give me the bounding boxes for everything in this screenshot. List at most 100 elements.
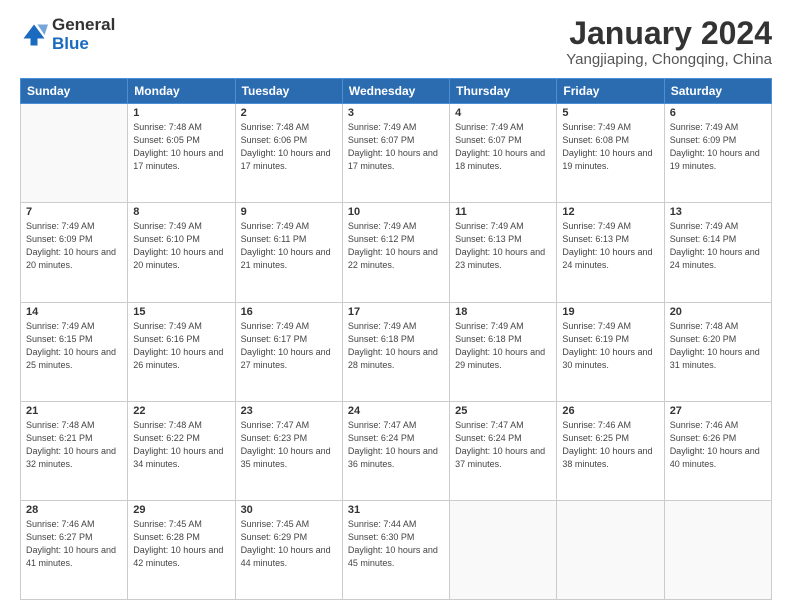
calendar-cell: 10Sunrise: 7:49 AMSunset: 6:12 PMDayligh… bbox=[342, 203, 449, 302]
calendar-cell: 19 Sunrise: 7:49 AMSunset: 6:19 PMDayligh… bbox=[557, 302, 664, 401]
calendar-header-monday: Monday bbox=[128, 79, 235, 104]
day-number: 15 bbox=[133, 306, 229, 318]
day-info: Sunrise: 7:49 AMSunset: 6:19 PMDaylight:… bbox=[562, 320, 658, 372]
day-number: 25 bbox=[455, 405, 551, 417]
calendar-cell: 8Sunrise: 7:49 AMSunset: 6:10 PMDaylight… bbox=[128, 203, 235, 302]
calendar-header-row: SundayMondayTuesdayWednesdayThursdayFrid… bbox=[21, 79, 772, 104]
day-number: 12 bbox=[562, 206, 658, 218]
logo-blue: Blue bbox=[52, 35, 115, 54]
day-info: Sunrise: 7:49 AMSunset: 6:14 PMDaylight:… bbox=[670, 220, 766, 272]
calendar-cell: 5 Sunrise: 7:49 AMSunset: 6:08 PMDaylight… bbox=[557, 104, 664, 203]
day-number: 22 bbox=[133, 405, 229, 417]
day-info: Sunrise: 7:47 AMSunset: 6:24 PMDaylight:… bbox=[348, 419, 444, 471]
calendar-cell: 21 Sunrise: 7:48 AMSunset: 6:21 PMDayligh… bbox=[21, 401, 128, 500]
day-info: Sunrise: 7:49 AMSunset: 6:09 PMDaylight:… bbox=[26, 220, 122, 272]
day-info: Sunrise: 7:49 AMSunset: 6:07 PMDaylight:… bbox=[455, 121, 551, 173]
day-info: Sunrise: 7:48 AMSunset: 6:21 PMDaylight:… bbox=[26, 419, 122, 471]
calendar-cell: 18Sunrise: 7:49 AMSunset: 6:18 PMDayligh… bbox=[450, 302, 557, 401]
calendar-cell: 13Sunrise: 7:49 AMSunset: 6:14 PMDayligh… bbox=[664, 203, 771, 302]
calendar-cell: 30 Sunrise: 7:45 AMSunset: 6:29 PMDayligh… bbox=[235, 500, 342, 599]
calendar-cell bbox=[664, 500, 771, 599]
calendar-cell: 29 Sunrise: 7:45 AMSunset: 6:28 PMDayligh… bbox=[128, 500, 235, 599]
calendar-cell bbox=[557, 500, 664, 599]
calendar-cell: 31 Sunrise: 7:44 AMSunset: 6:30 PMDayligh… bbox=[342, 500, 449, 599]
calendar-cell: 9 Sunrise: 7:49 AMSunset: 6:11 PMDaylight… bbox=[235, 203, 342, 302]
calendar-header-sunday: Sunday bbox=[21, 79, 128, 104]
day-number: 3 bbox=[348, 107, 444, 119]
day-number: 7 bbox=[26, 206, 122, 218]
day-number: 5 bbox=[562, 107, 658, 119]
calendar-cell: 1Sunrise: 7:48 AMSunset: 6:05 PMDaylight… bbox=[128, 104, 235, 203]
day-info: Sunrise: 7:49 AMSunset: 6:10 PMDaylight:… bbox=[133, 220, 229, 272]
day-info: Sunrise: 7:49 AMSunset: 6:07 PMDaylight:… bbox=[348, 121, 444, 173]
header: General Blue January 2024 Yangjiaping, C… bbox=[20, 16, 772, 68]
day-info: Sunrise: 7:46 AMSunset: 6:27 PMDaylight:… bbox=[26, 518, 122, 570]
day-info: Sunrise: 7:45 AMSunset: 6:29 PMDaylight:… bbox=[241, 518, 337, 570]
day-info: Sunrise: 7:45 AMSunset: 6:28 PMDaylight:… bbox=[133, 518, 229, 570]
subtitle: Yangjiaping, Chongqing, China bbox=[566, 51, 772, 68]
day-info: Sunrise: 7:48 AMSunset: 6:05 PMDaylight:… bbox=[133, 121, 229, 173]
day-info: Sunrise: 7:46 AMSunset: 6:25 PMDaylight:… bbox=[562, 419, 658, 471]
calendar-cell: 14Sunrise: 7:49 AMSunset: 6:15 PMDayligh… bbox=[21, 302, 128, 401]
day-number: 30 bbox=[241, 504, 337, 516]
day-info: Sunrise: 7:48 AMSunset: 6:22 PMDaylight:… bbox=[133, 419, 229, 471]
day-info: Sunrise: 7:49 AMSunset: 6:13 PMDaylight:… bbox=[562, 220, 658, 272]
calendar-cell bbox=[21, 104, 128, 203]
day-number: 26 bbox=[562, 405, 658, 417]
calendar-cell: 4 Sunrise: 7:49 AMSunset: 6:07 PMDaylight… bbox=[450, 104, 557, 203]
day-number: 19 bbox=[562, 306, 658, 318]
day-number: 2 bbox=[241, 107, 337, 119]
logo-text: General Blue bbox=[52, 16, 115, 53]
day-number: 9 bbox=[241, 206, 337, 218]
day-info: Sunrise: 7:49 AMSunset: 6:08 PMDaylight:… bbox=[562, 121, 658, 173]
calendar-week-row: 7 Sunrise: 7:49 AMSunset: 6:09 PMDaylight… bbox=[21, 203, 772, 302]
day-number: 27 bbox=[670, 405, 766, 417]
calendar-cell: 24Sunrise: 7:47 AMSunset: 6:24 PMDayligh… bbox=[342, 401, 449, 500]
calendar-header-saturday: Saturday bbox=[664, 79, 771, 104]
day-number: 20 bbox=[670, 306, 766, 318]
calendar-cell: 7 Sunrise: 7:49 AMSunset: 6:09 PMDaylight… bbox=[21, 203, 128, 302]
day-info: Sunrise: 7:49 AMSunset: 6:15 PMDaylight:… bbox=[26, 320, 122, 372]
day-info: Sunrise: 7:49 AMSunset: 6:17 PMDaylight:… bbox=[241, 320, 337, 372]
day-number: 4 bbox=[455, 107, 551, 119]
calendar-week-row: 1Sunrise: 7:48 AMSunset: 6:05 PMDaylight… bbox=[21, 104, 772, 203]
calendar-cell: 20Sunrise: 7:48 AMSunset: 6:20 PMDayligh… bbox=[664, 302, 771, 401]
calendar-header-thursday: Thursday bbox=[450, 79, 557, 104]
calendar-cell: 28 Sunrise: 7:46 AMSunset: 6:27 PMDayligh… bbox=[21, 500, 128, 599]
day-info: Sunrise: 7:49 AMSunset: 6:16 PMDaylight:… bbox=[133, 320, 229, 372]
day-info: Sunrise: 7:44 AMSunset: 6:30 PMDaylight:… bbox=[348, 518, 444, 570]
calendar-cell: 25 Sunrise: 7:47 AMSunset: 6:24 PMDayligh… bbox=[450, 401, 557, 500]
day-info: Sunrise: 7:49 AMSunset: 6:11 PMDaylight:… bbox=[241, 220, 337, 272]
calendar-cell: 23 Sunrise: 7:47 AMSunset: 6:23 PMDayligh… bbox=[235, 401, 342, 500]
day-info: Sunrise: 7:47 AMSunset: 6:24 PMDaylight:… bbox=[455, 419, 551, 471]
calendar-cell: 3 Sunrise: 7:49 AMSunset: 6:07 PMDaylight… bbox=[342, 104, 449, 203]
day-number: 31 bbox=[348, 504, 444, 516]
calendar-cell: 17 Sunrise: 7:49 AMSunset: 6:18 PMDayligh… bbox=[342, 302, 449, 401]
day-number: 29 bbox=[133, 504, 229, 516]
day-number: 28 bbox=[26, 504, 122, 516]
calendar-header-friday: Friday bbox=[557, 79, 664, 104]
calendar-header-tuesday: Tuesday bbox=[235, 79, 342, 104]
day-info: Sunrise: 7:47 AMSunset: 6:23 PMDaylight:… bbox=[241, 419, 337, 471]
day-number: 11 bbox=[455, 206, 551, 218]
day-number: 16 bbox=[241, 306, 337, 318]
day-info: Sunrise: 7:49 AMSunset: 6:12 PMDaylight:… bbox=[348, 220, 444, 272]
day-info: Sunrise: 7:49 AMSunset: 6:09 PMDaylight:… bbox=[670, 121, 766, 173]
calendar-header-wednesday: Wednesday bbox=[342, 79, 449, 104]
calendar-cell: 12 Sunrise: 7:49 AMSunset: 6:13 PMDayligh… bbox=[557, 203, 664, 302]
calendar-table: SundayMondayTuesdayWednesdayThursdayFrid… bbox=[20, 78, 772, 600]
calendar-cell: 16 Sunrise: 7:49 AMSunset: 6:17 PMDayligh… bbox=[235, 302, 342, 401]
calendar-cell: 15 Sunrise: 7:49 AMSunset: 6:16 PMDayligh… bbox=[128, 302, 235, 401]
calendar-week-row: 28 Sunrise: 7:46 AMSunset: 6:27 PMDayligh… bbox=[21, 500, 772, 599]
day-number: 18 bbox=[455, 306, 551, 318]
calendar-cell: 6Sunrise: 7:49 AMSunset: 6:09 PMDaylight… bbox=[664, 104, 771, 203]
day-number: 21 bbox=[26, 405, 122, 417]
calendar-cell: 22 Sunrise: 7:48 AMSunset: 6:22 PMDayligh… bbox=[128, 401, 235, 500]
calendar-cell: 2Sunrise: 7:48 AMSunset: 6:06 PMDaylight… bbox=[235, 104, 342, 203]
day-info: Sunrise: 7:49 AMSunset: 6:18 PMDaylight:… bbox=[348, 320, 444, 372]
day-number: 23 bbox=[241, 405, 337, 417]
day-info: Sunrise: 7:46 AMSunset: 6:26 PMDaylight:… bbox=[670, 419, 766, 471]
logo-general: General bbox=[52, 16, 115, 35]
day-number: 17 bbox=[348, 306, 444, 318]
calendar-cell: 11Sunrise: 7:49 AMSunset: 6:13 PMDayligh… bbox=[450, 203, 557, 302]
